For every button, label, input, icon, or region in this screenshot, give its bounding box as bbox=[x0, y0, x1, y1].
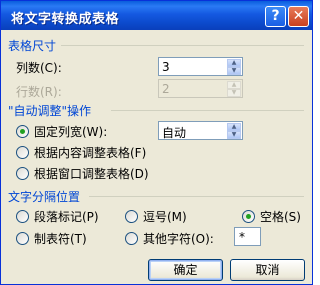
fixed-width-value: 自动 bbox=[162, 126, 187, 140]
group-label-autofit: "自动调整"操作 bbox=[8, 104, 92, 118]
columns-spin-arrows[interactable]: ▲ ▼ bbox=[227, 59, 241, 75]
spin-down-icon: ▼ bbox=[227, 89, 241, 97]
other-char-input[interactable]: * bbox=[234, 227, 261, 246]
group-divider bbox=[89, 196, 304, 197]
radio-tab[interactable] bbox=[16, 232, 29, 245]
cancel-button[interactable]: 取消 bbox=[230, 259, 305, 281]
radio-fit-window[interactable] bbox=[16, 167, 29, 180]
radio-fixed-width[interactable] bbox=[16, 125, 29, 138]
fixed-width-spin-arrows[interactable]: ▲ ▼ bbox=[227, 123, 241, 139]
radio-paragraph[interactable] bbox=[16, 210, 29, 223]
radio-comma[interactable] bbox=[125, 210, 138, 223]
radio-other[interactable] bbox=[125, 232, 138, 245]
comma-label[interactable]: 逗号(M) bbox=[143, 208, 187, 225]
title-bar[interactable]: 将文字转换成表格 ? ✕ bbox=[1, 1, 312, 30]
rows-spin-arrows: ▲ ▼ bbox=[227, 81, 241, 97]
columns-spinner[interactable]: 3 ▲ ▼ bbox=[158, 57, 243, 76]
dialog-window: 将文字转换成表格 ? ✕ 表格尺寸 列数(C): 3 ▲ ▼ 行数(R): 2 … bbox=[0, 0, 313, 285]
spin-up-icon[interactable]: ▲ bbox=[227, 59, 241, 67]
group-divider bbox=[61, 45, 304, 46]
columns-label: 列数(C): bbox=[16, 61, 62, 75]
tab-label[interactable]: 制表符(T) bbox=[34, 230, 87, 247]
group-divider bbox=[111, 110, 304, 111]
other-char-value: * bbox=[239, 230, 245, 244]
rows-value: 2 bbox=[162, 82, 170, 96]
radio-space[interactable] bbox=[242, 210, 255, 223]
group-label-table-size: 表格尺寸 bbox=[8, 39, 57, 53]
space-label[interactable]: 空格(S) bbox=[260, 208, 301, 225]
rows-label: 行数(R): bbox=[16, 85, 62, 99]
fit-window-label[interactable]: 根据窗口调整表格(D) bbox=[34, 165, 149, 182]
fixed-width-spinner[interactable]: 自动 ▲ ▼ bbox=[158, 121, 243, 140]
paragraph-label[interactable]: 段落标记(P) bbox=[34, 208, 99, 225]
fixed-width-label[interactable]: 固定列宽(W): bbox=[34, 123, 107, 140]
rows-spinner: 2 ▲ ▼ bbox=[158, 79, 243, 98]
spin-down-icon[interactable]: ▼ bbox=[227, 131, 241, 139]
close-button[interactable]: ✕ bbox=[288, 6, 309, 27]
ok-button[interactable]: 确定 bbox=[148, 259, 223, 281]
help-button[interactable]: ? bbox=[265, 6, 286, 27]
window-title: 将文字转换成表格 bbox=[11, 12, 120, 27]
fit-contents-label[interactable]: 根据内容调整表格(F) bbox=[34, 144, 146, 161]
radio-fit-contents[interactable] bbox=[16, 146, 29, 159]
other-label[interactable]: 其他字符(O): bbox=[143, 230, 214, 247]
spin-up-icon: ▲ bbox=[227, 81, 241, 89]
group-label-separator: 文字分隔位置 bbox=[8, 190, 81, 204]
spin-down-icon[interactable]: ▼ bbox=[227, 67, 241, 75]
spin-up-icon[interactable]: ▲ bbox=[227, 123, 241, 131]
columns-value: 3 bbox=[162, 60, 170, 74]
